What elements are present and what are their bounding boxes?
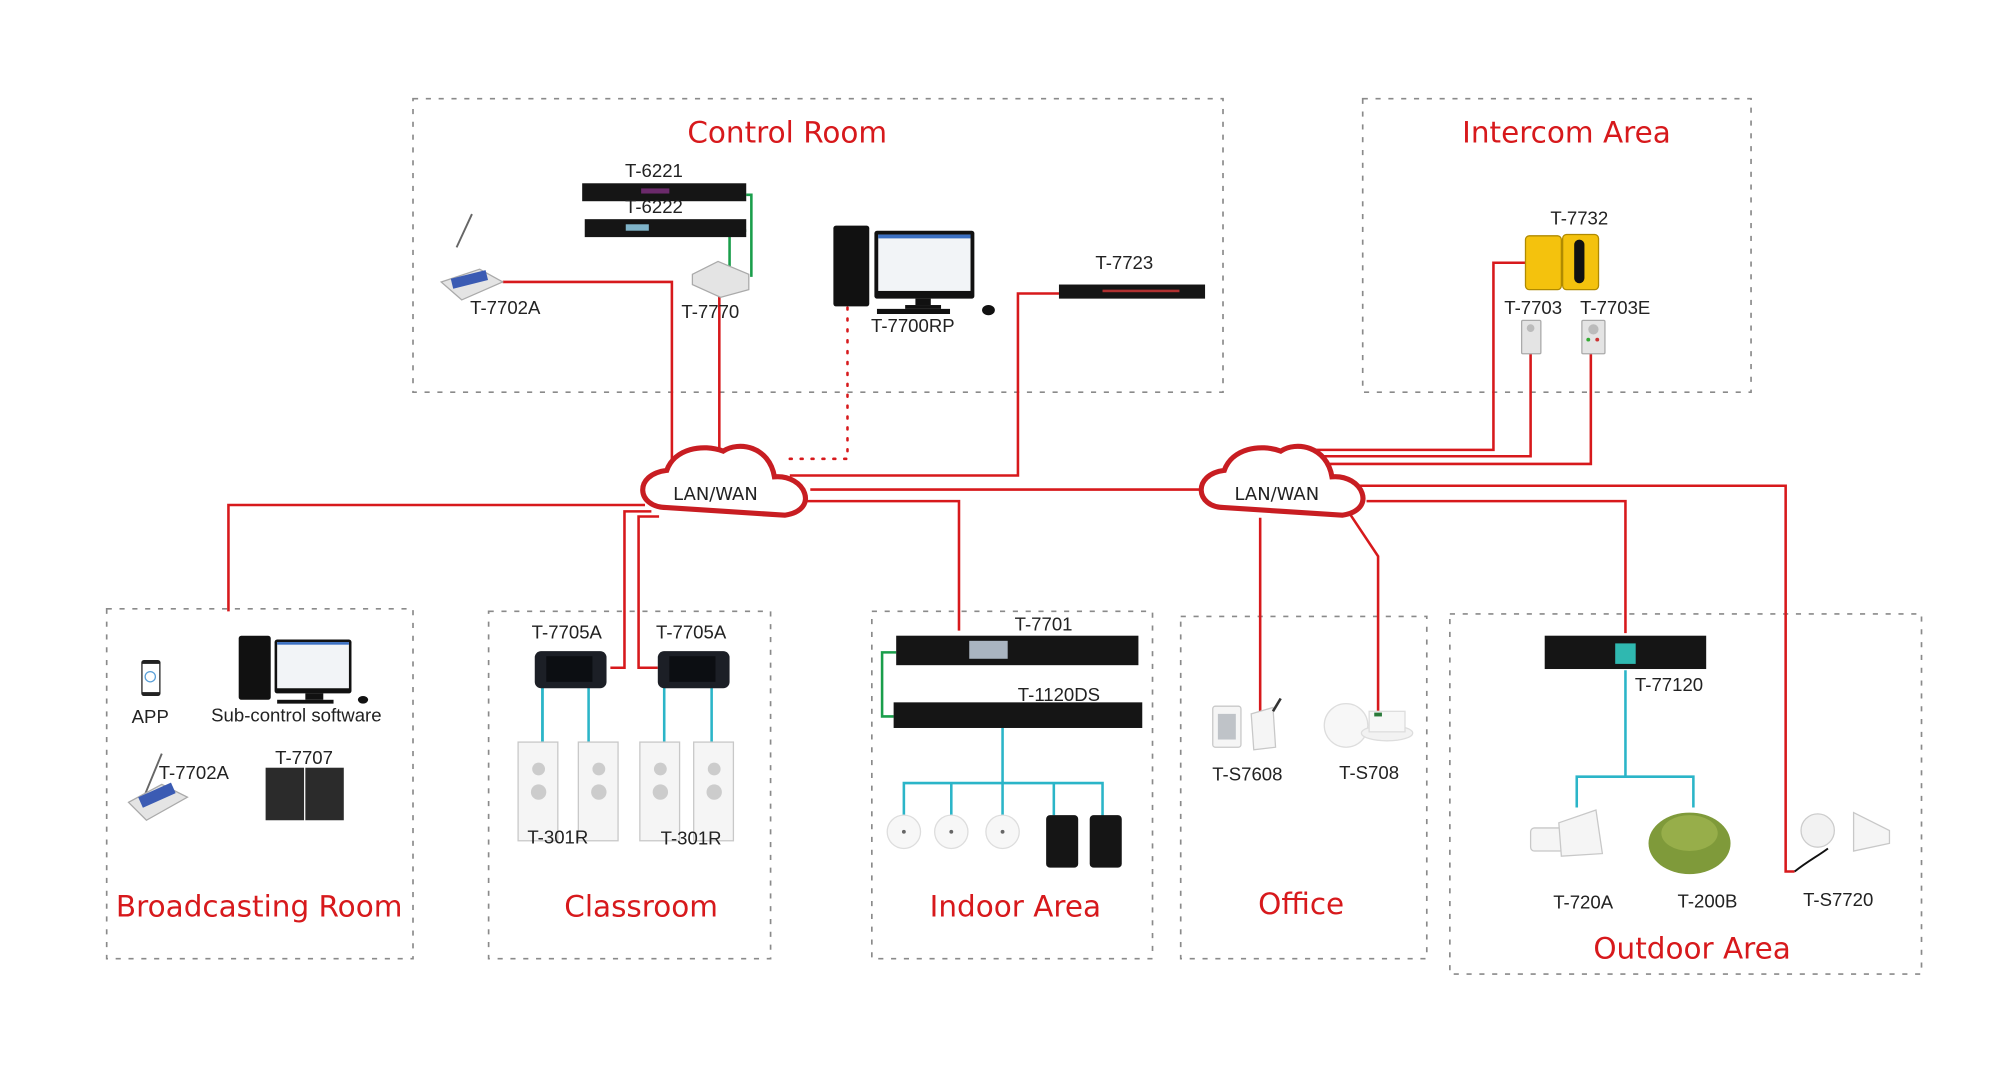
link-outdoor-speaker-bus xyxy=(1575,775,1695,808)
link-cloud-t7705a-2 xyxy=(637,515,660,670)
link-cloud-ts7720 xyxy=(1358,484,1795,873)
wall-speaker-1[interactable] xyxy=(1046,815,1079,868)
device-t7703e[interactable]: T-7703E xyxy=(1580,297,1650,355)
device-t200b[interactable]: T-200B xyxy=(1648,812,1738,912)
device-t301r-1[interactable]: T-301R xyxy=(517,741,619,847)
device-label: T-7770 xyxy=(681,301,739,322)
device-t1120ds[interactable]: T-1120DS xyxy=(893,684,1143,728)
device-label: T-301R xyxy=(527,826,588,847)
device-label: T-200B xyxy=(1678,890,1738,911)
device-t7705a-1[interactable]: T-7705A xyxy=(532,621,607,689)
device-t6222[interactable]: T-6222 xyxy=(584,196,747,238)
device-sub-control-software[interactable]: Sub-control software xyxy=(211,635,382,726)
device-t7700rp[interactable]: T-7700RP xyxy=(833,225,995,336)
device-t7707[interactable]: T-7707 xyxy=(265,747,344,821)
device-t7723[interactable]: T-7723 xyxy=(1058,252,1206,299)
link-cloud-broadcasting xyxy=(227,503,645,612)
device-label: T-301R xyxy=(661,828,722,849)
device-ts708[interactable]: T-S708 xyxy=(1323,702,1414,784)
device-t7705a-2[interactable]: T-7705A xyxy=(656,621,730,689)
device-label: T-7700RP xyxy=(871,315,955,336)
device-t720a[interactable]: T-720A xyxy=(1529,809,1614,913)
zone-title-indoor-area: Indoor Area xyxy=(930,889,1101,923)
link-cloud-ts708 xyxy=(1348,513,1380,714)
device-label: T-6221 xyxy=(625,160,683,181)
device-label: T-7703E xyxy=(1580,297,1650,318)
zone-title-intercom-area: Intercom Area xyxy=(1462,115,1671,149)
link-t6221-t7770 xyxy=(746,193,753,277)
zone-title-outdoor-area: Outdoor Area xyxy=(1593,932,1791,966)
device-app[interactable]: APP xyxy=(132,660,169,727)
device-t7701[interactable]: T-7701 xyxy=(896,614,1139,666)
network-links xyxy=(227,261,1795,873)
device-label: T-7705A xyxy=(656,621,727,642)
device-label: T-1120DS xyxy=(1018,684,1100,705)
device-label: T-7705A xyxy=(532,621,603,642)
device-t7703[interactable]: T-7703 xyxy=(1504,297,1562,355)
link-t7700rp-cloud-dotted xyxy=(785,306,849,461)
link-cloud-t7703e xyxy=(1320,353,1593,466)
device-t7702a-control[interactable]: T-7702A xyxy=(439,213,541,318)
link-cloud-t7732 xyxy=(1281,261,1527,452)
device-label: Sub-control software xyxy=(211,705,381,726)
device-label: T-7707 xyxy=(275,747,333,768)
device-label: T-S7608 xyxy=(1212,764,1282,785)
device-ts7720[interactable]: T-S7720 xyxy=(1794,811,1891,911)
zone-title-classroom: Classroom xyxy=(564,889,718,923)
link-cloud-t7703 xyxy=(1294,353,1532,458)
network-diagram: Control Room Intercom Area Broadcasting … xyxy=(105,97,1923,975)
zone-title-broadcasting-room: Broadcasting Room xyxy=(116,889,403,923)
cloud-lan-wan-left[interactable]: LAN/WAN xyxy=(640,443,808,518)
device-label: T-6222 xyxy=(625,196,683,217)
ceiling-speaker-3[interactable] xyxy=(985,814,1020,850)
link-cloud-t77120 xyxy=(1366,499,1627,634)
device-label: T-77120 xyxy=(1635,674,1703,695)
device-label: T-720A xyxy=(1553,892,1614,913)
device-label: T-7703 xyxy=(1504,297,1562,318)
cloud-icon xyxy=(640,443,808,518)
device-label: T-7702A xyxy=(159,762,230,783)
cloud-label: LAN/WAN xyxy=(1235,484,1320,505)
link-cloud-t7705a-1 xyxy=(610,510,652,670)
device-t301r-2[interactable]: T-301R xyxy=(639,741,735,849)
device-label: T-7732 xyxy=(1550,207,1608,228)
device-label: T-7702A xyxy=(470,297,541,318)
ceiling-speaker-1[interactable] xyxy=(886,814,922,850)
wall-speaker-2[interactable] xyxy=(1089,815,1122,868)
device-label: APP xyxy=(132,706,169,727)
device-label: T-S708 xyxy=(1339,762,1399,783)
device-label: T-7701 xyxy=(1015,614,1073,635)
device-t7770[interactable]: T-7770 xyxy=(681,260,750,322)
zone-title-control-room: Control Room xyxy=(687,115,887,149)
device-label: T-S7720 xyxy=(1803,889,1873,910)
device-t7732[interactable]: T-7732 xyxy=(1524,207,1608,291)
zone-title-office: Office xyxy=(1258,887,1344,921)
ceiling-speaker-2[interactable] xyxy=(933,814,969,850)
device-label: T-7723 xyxy=(1095,252,1153,273)
device-t7702a-broadcasting[interactable]: T-7702A xyxy=(127,753,230,822)
cloud-label: LAN/WAN xyxy=(673,484,758,505)
device-ts7608[interactable]: T-S7608 xyxy=(1212,697,1282,785)
